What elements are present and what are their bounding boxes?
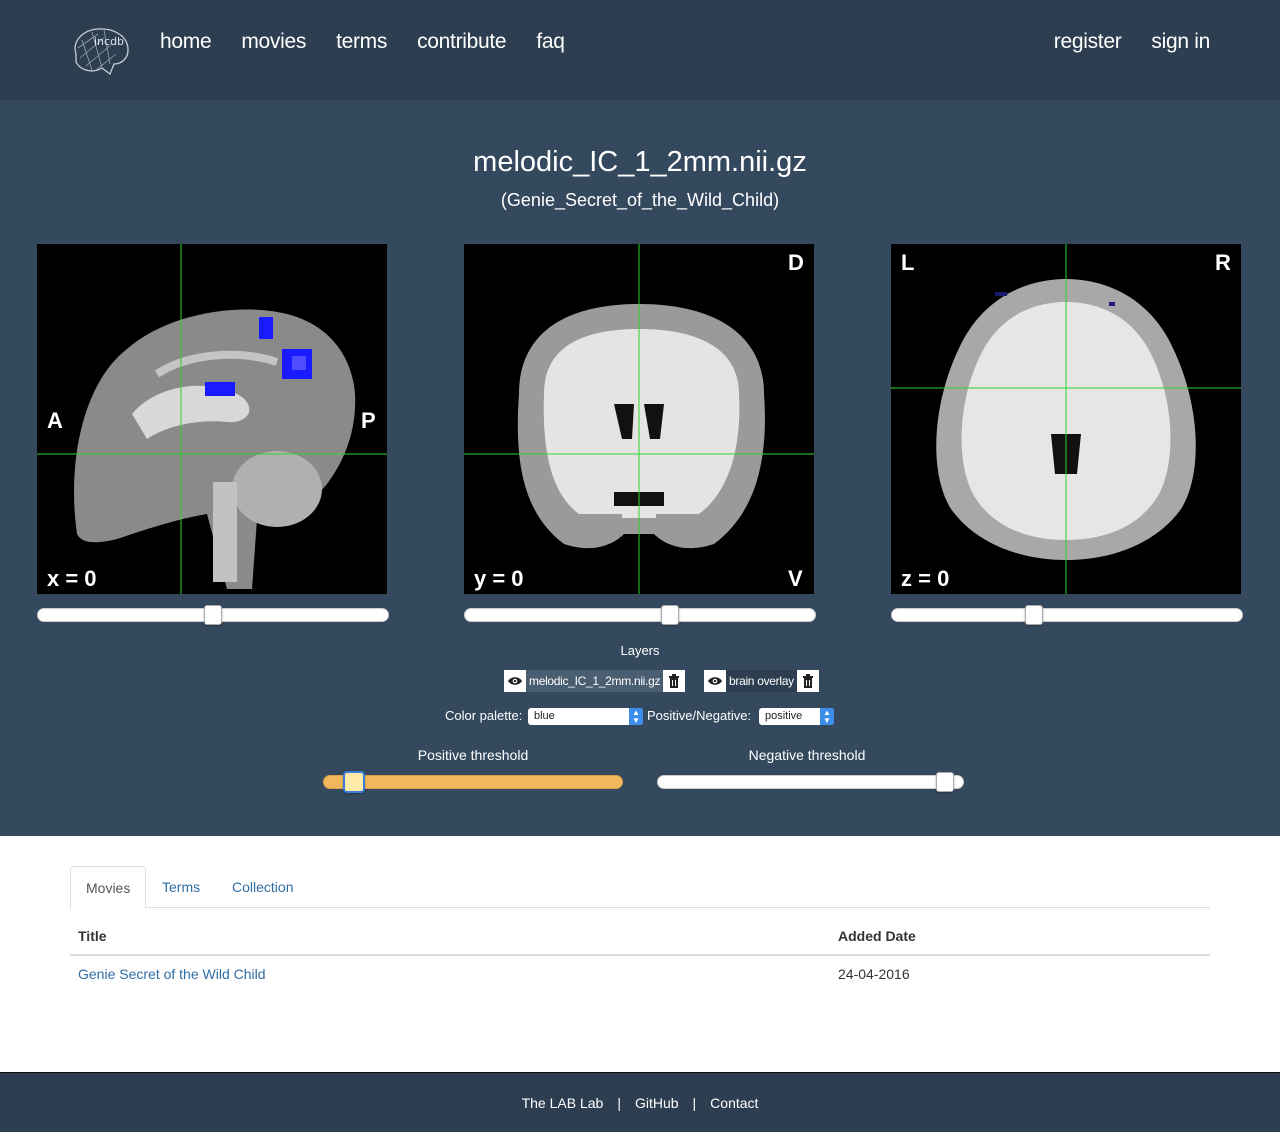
sagittal-coord-label: x = 0: [47, 566, 97, 591]
eye-icon[interactable]: [704, 670, 726, 692]
footer-github-link[interactable]: GitHub: [635, 1095, 679, 1111]
tab-movies[interactable]: Movies: [70, 866, 147, 909]
positive-threshold-label: Positive threshold: [417, 747, 529, 763]
negative-threshold-slider[interactable]: [657, 772, 964, 792]
navbar: incdb home movies terms contribute faq r…: [0, 0, 1280, 100]
layer-item[interactable]: melodic_IC_1_2mm.nii.gz: [504, 670, 686, 692]
coronal-top-label: D: [788, 250, 804, 275]
color-palette-value: blue: [534, 710, 555, 722]
positive-threshold-handle[interactable]: [343, 771, 365, 793]
nav-register[interactable]: register: [1054, 30, 1122, 54]
movie-title-link[interactable]: Genie Secret of the Wild Child: [78, 966, 266, 982]
eye-icon[interactable]: [504, 670, 526, 692]
nav-faq[interactable]: faq: [536, 30, 565, 54]
footer-separator: |: [617, 1094, 621, 1111]
coronal-coord-label: y = 0: [474, 566, 524, 591]
sagittal-left-label: A: [47, 408, 63, 433]
select-arrows-icon: ▲ ▼: [629, 708, 643, 725]
nav-sign-in[interactable]: sign in: [1151, 30, 1210, 54]
coronal-bottom-label: V: [788, 566, 803, 591]
tab-terms[interactable]: Terms: [147, 866, 215, 908]
movie-added-date: 24-04-2016: [838, 966, 910, 982]
footer-separator: |: [692, 1094, 697, 1111]
layer-item[interactable]: brain overlay: [704, 670, 819, 692]
posneg-label: Positive/Negative:: [647, 708, 752, 723]
negative-threshold-handle[interactable]: [936, 772, 954, 792]
axial-left-label: L: [901, 250, 915, 275]
axial-coord-label: z = 0: [901, 566, 950, 591]
trash-icon[interactable]: [663, 670, 686, 692]
table-divider: [70, 954, 1210, 956]
sagittal-right-label: P: [361, 408, 376, 433]
image-title: melodic_IC_1_2mm.nii.gz: [473, 146, 807, 178]
footer-lab-link[interactable]: The LAB Lab: [522, 1095, 604, 1111]
image-subtitle: (Genie_Secret_of_the_Wild_Child): [500, 190, 780, 210]
nav-movies[interactable]: movies: [241, 30, 306, 54]
viewer-region: melodic_IC_1_2mm.nii.gz (Genie_Secret_of…: [0, 100, 1280, 836]
select-arrows-icon: ▲ ▼: [820, 708, 834, 725]
nav-home[interactable]: home: [160, 30, 212, 54]
column-header-title: Title: [78, 928, 107, 944]
nav-terms[interactable]: terms: [336, 30, 387, 54]
posneg-value: positive: [765, 710, 803, 722]
sagittal-slider[interactable]: [37, 605, 389, 625]
nav-contribute[interactable]: contribute: [417, 30, 507, 54]
axial-view[interactable]: L R z = 0: [891, 244, 1241, 594]
layer-name: brain overlay: [729, 674, 794, 688]
color-palette-label: Color palette:: [445, 708, 523, 723]
axial-slider[interactable]: [891, 605, 1243, 625]
negative-threshold-label: Negative threshold: [748, 747, 866, 763]
footer-contact-link[interactable]: Contact: [710, 1095, 758, 1111]
axial-slider-handle[interactable]: [1025, 605, 1043, 625]
brain-logo-icon[interactable]: incdb: [68, 24, 132, 80]
tab-collection[interactable]: Collection: [217, 866, 308, 908]
coronal-slider-handle[interactable]: [661, 605, 679, 625]
color-palette-select[interactable]: blue ▲ ▼: [528, 708, 643, 725]
axial-right-label: R: [1215, 250, 1231, 275]
layers-heading: Layers: [620, 643, 660, 658]
logo-text: incdb: [94, 35, 124, 48]
layer-name: melodic_IC_1_2mm.nii.gz: [529, 674, 661, 688]
footer: The LAB Lab | GitHub | Contact: [0, 1072, 1280, 1132]
sagittal-slider-handle[interactable]: [204, 605, 222, 625]
posneg-select[interactable]: positive ▲ ▼: [759, 708, 834, 725]
coronal-view[interactable]: D V y = 0: [464, 244, 814, 594]
column-header-added-date: Added Date: [838, 928, 916, 944]
tab-bar: Movies Terms Collection: [70, 866, 1210, 909]
sagittal-view[interactable]: A P x = 0: [37, 244, 387, 594]
trash-icon[interactable]: [796, 670, 819, 692]
positive-threshold-slider[interactable]: [323, 771, 623, 793]
coronal-slider[interactable]: [464, 605, 816, 625]
